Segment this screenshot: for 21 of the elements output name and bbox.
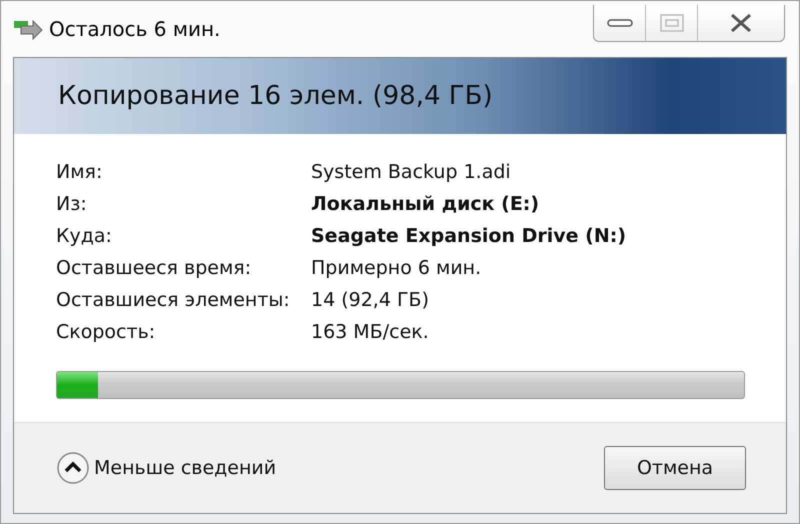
- detail-value: 163 МБ/сек.: [311, 320, 430, 344]
- maximize-icon: [658, 13, 684, 33]
- detail-value: System Backup 1.adi: [311, 160, 512, 184]
- detail-label: Оставшееся время:: [56, 256, 252, 280]
- window-title: Осталось 6 мин.: [49, 17, 220, 41]
- copy-icon: [13, 18, 43, 40]
- detail-value: Seagate Expansion Drive (N:): [311, 224, 628, 248]
- detail-value: Локальный диск (E:): [311, 192, 540, 216]
- chevron-up-icon: [56, 451, 90, 485]
- detail-value: 14 (92,4 ГБ): [311, 288, 430, 312]
- detail-label: Имя:: [56, 160, 104, 184]
- less-details-toggle[interactable]: Меньше сведений: [56, 451, 276, 485]
- cancel-button[interactable]: Отмена: [604, 446, 746, 490]
- close-icon: [728, 13, 754, 33]
- detail-label: Куда:: [56, 224, 113, 248]
- detail-label: Оставшиеся элементы:: [56, 288, 291, 312]
- detail-value: Примерно 6 мин.: [311, 256, 482, 280]
- detail-label: Из:: [56, 192, 88, 216]
- header-title: Копирование 16 элем. (98,4 ГБ): [58, 81, 493, 111]
- minimize-icon: [606, 18, 632, 28]
- detail-label: Скорость:: [56, 320, 156, 344]
